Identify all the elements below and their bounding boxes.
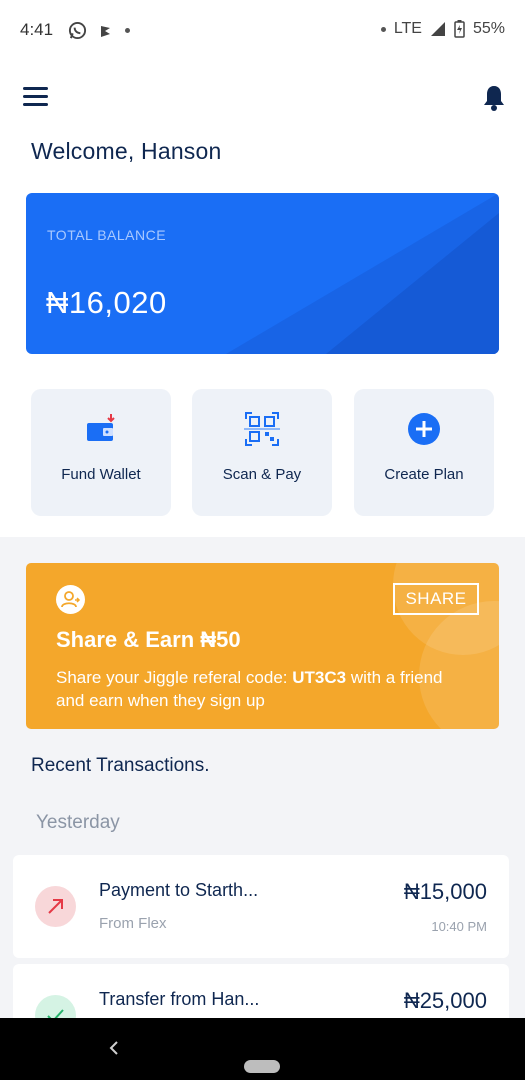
status-bar: 4:41 LTE 55% (0, 0, 525, 62)
promo-description: Share your Jiggle referal code: UT3C3 wi… (56, 666, 466, 712)
menu-icon[interactable] (23, 87, 48, 107)
whatsapp-icon (68, 21, 87, 40)
system-navigation-bar (0, 1018, 525, 1080)
app-header (0, 62, 525, 132)
recent-transactions-heading: Recent Transactions. (31, 755, 210, 776)
transaction-row[interactable]: Payment to Starth... From Flex ₦15,000 1… (13, 855, 509, 958)
promo-title: Share & Earn ₦50 (56, 627, 241, 652)
battery-icon (454, 20, 465, 38)
signal-icon (430, 22, 445, 36)
referral-code: UT3C3 (292, 668, 347, 687)
notification-bell-icon[interactable] (482, 84, 506, 112)
balance-card-decoration (226, 193, 499, 354)
balance-amount: ₦16,020 (46, 285, 167, 320)
transaction-source: From Flex (99, 915, 167, 932)
notification-icons (68, 21, 130, 40)
network-label: LTE (393, 20, 422, 37)
date-group-label: Yesterday (36, 812, 120, 833)
transaction-name: Payment to Starth... (99, 880, 259, 900)
notification-dot (125, 28, 130, 33)
home-pill[interactable] (244, 1060, 280, 1073)
transaction-amount: ₦25,000 (403, 988, 487, 1013)
user-share-icon (56, 585, 85, 614)
status-dot (380, 26, 386, 32)
plus-circle-icon (408, 413, 440, 445)
welcome-heading: Welcome, Hanson (31, 138, 222, 164)
transaction-amount: ₦15,000 (403, 879, 487, 904)
wallet-icon (87, 414, 115, 441)
qr-code-icon (244, 412, 280, 446)
scan-pay-label: Scan & Pay (222, 466, 302, 483)
balance-card[interactable]: TOTAL BALANCE ₦16,020 (26, 193, 499, 354)
status-right: LTE 55% (380, 20, 505, 38)
promo-text-start: Share your Jiggle referal code: (56, 668, 293, 687)
share-earn-banner[interactable]: SHARE Share & Earn ₦50 Share your Jiggle… (26, 563, 499, 729)
battery-percent: 55% (472, 20, 505, 37)
transaction-time: 10:40 PM (431, 919, 487, 934)
create-plan-label: Create Plan (384, 466, 464, 483)
back-icon[interactable] (106, 1038, 122, 1058)
create-plan-button[interactable]: Create Plan (354, 389, 494, 516)
fund-wallet-label: Fund Wallet (61, 466, 141, 483)
outgoing-arrow-icon (35, 886, 76, 927)
flag-icon (101, 25, 110, 37)
scan-pay-button[interactable]: Scan & Pay (192, 389, 332, 516)
transaction-name: Transfer from Han... (99, 989, 260, 1009)
share-button[interactable]: SHARE (393, 583, 479, 615)
fund-wallet-button[interactable]: Fund Wallet (31, 389, 171, 516)
status-time: 4:41 (20, 20, 54, 39)
balance-label: TOTAL BALANCE (47, 227, 167, 243)
